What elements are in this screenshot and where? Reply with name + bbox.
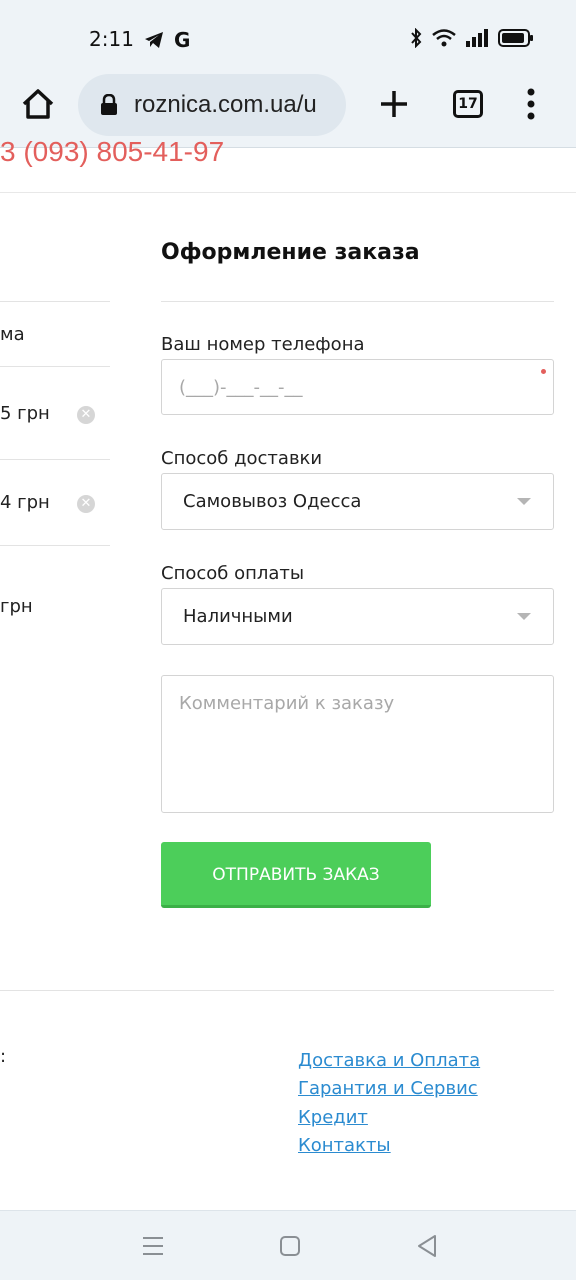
signal-icon bbox=[466, 29, 488, 47]
delivery-select[interactable]: Самовывоз Одесса bbox=[161, 473, 554, 530]
form-title: Оформление заказа bbox=[161, 240, 420, 265]
footer-link-credit[interactable]: Кредит bbox=[298, 1107, 368, 1128]
chevron-down-icon bbox=[517, 498, 531, 505]
cart-item-price: 4 грн bbox=[0, 492, 50, 513]
cart-total-partial: грн bbox=[0, 596, 33, 617]
divider bbox=[161, 301, 554, 302]
address-bar[interactable]: roznica.com.ua/u bbox=[78, 74, 346, 136]
back-icon[interactable] bbox=[414, 1233, 440, 1259]
google-icon: G bbox=[174, 28, 191, 52]
phone-label: Ваш номер телефона bbox=[161, 334, 365, 355]
status-right-icons bbox=[410, 28, 534, 48]
remove-item-icon[interactable]: ✕ bbox=[77, 495, 95, 513]
footer-link-delivery[interactable]: Доставка и Оплата bbox=[298, 1050, 480, 1071]
lock-icon bbox=[101, 94, 117, 115]
recent-apps-icon[interactable] bbox=[140, 1233, 166, 1259]
overflow-menu-icon[interactable] bbox=[522, 88, 540, 120]
status-time: 2:11 bbox=[89, 27, 134, 51]
phone-placeholder: (___)-___-__-__ bbox=[179, 377, 303, 398]
bluetooth-icon bbox=[411, 28, 422, 48]
remove-item-icon[interactable]: ✕ bbox=[77, 406, 95, 424]
header-phone[interactable]: 3 (093) 805-41-97 bbox=[0, 136, 224, 168]
url-text: roznica.com.ua/u bbox=[134, 91, 317, 118]
home-nav-icon[interactable] bbox=[277, 1233, 303, 1259]
payment-value: Наличными bbox=[183, 606, 293, 627]
tab-switcher-button[interactable]: 17 bbox=[453, 90, 483, 118]
wifi-icon bbox=[432, 29, 456, 47]
payment-select[interactable]: Наличными bbox=[161, 588, 554, 645]
battery-icon bbox=[498, 29, 533, 47]
system-nav-bar bbox=[0, 1210, 576, 1280]
status-left-icons: G bbox=[144, 28, 190, 52]
new-tab-icon[interactable] bbox=[378, 88, 410, 120]
footer-heading-partial: : bbox=[0, 1046, 7, 1067]
submit-order-button[interactable]: ОТПРАВИТЬ ЗАКАЗ bbox=[161, 842, 431, 908]
delivery-value: Самовывоз Одесса bbox=[183, 491, 362, 512]
divider bbox=[0, 192, 576, 193]
chevron-down-icon bbox=[517, 613, 531, 620]
cart-item-price: 5 грн bbox=[0, 403, 50, 424]
home-icon[interactable] bbox=[20, 86, 56, 122]
footer-link-warranty[interactable]: Гарантия и Сервис bbox=[298, 1078, 478, 1099]
cart-header-partial: ма bbox=[0, 324, 25, 345]
comment-placeholder: Комментарий к заказу bbox=[179, 693, 395, 714]
payment-label: Способ оплаты bbox=[161, 563, 305, 584]
footer-link-contacts[interactable]: Контакты bbox=[298, 1135, 391, 1156]
divider bbox=[0, 366, 110, 367]
telegram-icon bbox=[145, 32, 163, 48]
comment-textarea[interactable]: Комментарий к заказу bbox=[161, 675, 554, 813]
required-indicator bbox=[541, 369, 546, 374]
divider bbox=[0, 301, 110, 302]
status-bar: 2:11 G bbox=[0, 0, 576, 72]
phone-input[interactable]: (___)-___-__-__ bbox=[161, 359, 554, 415]
divider bbox=[0, 545, 110, 546]
divider bbox=[0, 459, 110, 460]
delivery-label: Способ доставки bbox=[161, 448, 323, 469]
divider bbox=[0, 990, 554, 991]
